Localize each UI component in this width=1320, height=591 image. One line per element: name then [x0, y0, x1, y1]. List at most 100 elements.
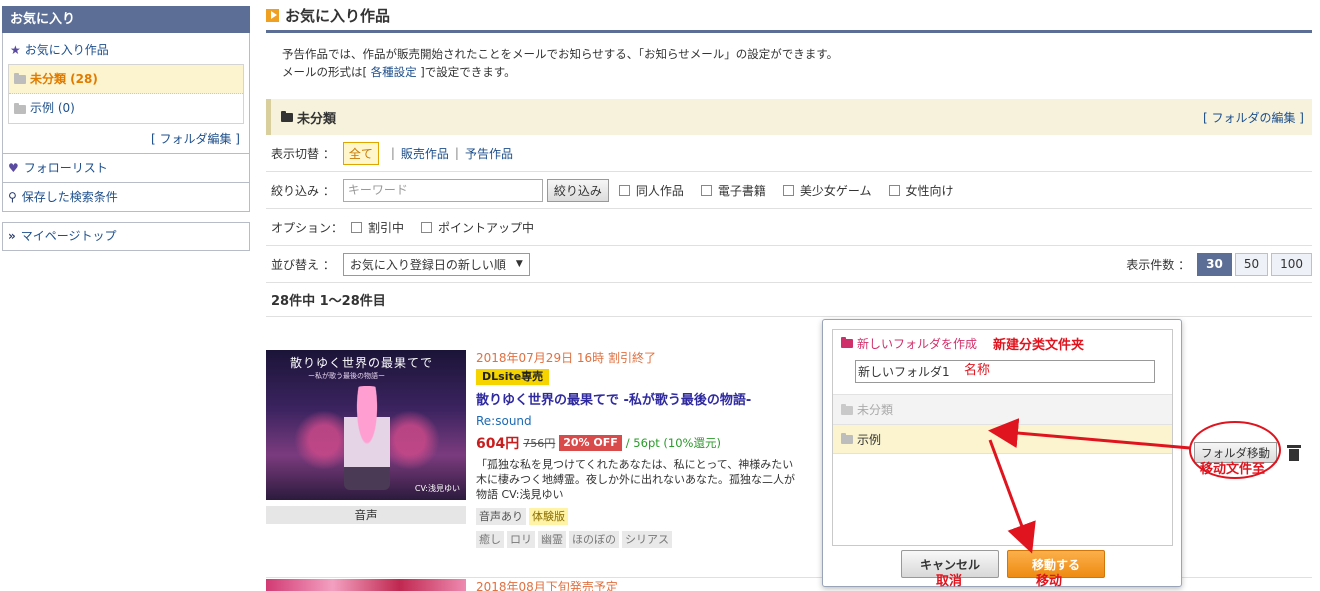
sidebar-title: お気に入り [2, 6, 250, 33]
tag: 音声あり [476, 508, 526, 525]
thumb-caption: 音声 [266, 506, 466, 524]
filter-check-doujin[interactable]: 同人作品 [618, 182, 684, 199]
sidebar-item-follow[interactable]: ♥ フォローリスト [2, 154, 250, 183]
filter-row: 絞り込み ： 絞り込み 同人作品 電子書籍 美少女ゲーム 女性向け [266, 172, 1312, 209]
new-folder-label: 新しいフォルダを作成 [857, 336, 978, 351]
folder-list: 未分類 (28) 示例 (0) [8, 64, 244, 124]
dialog-buttons: キャンセル 移動する [823, 550, 1183, 578]
sort-row: 並び替え ： お気に入り登録日の新しい順 ▼ 表示件数 ： 30 50 100 [266, 246, 1312, 283]
display-option-preview[interactable]: 予告作品 [465, 145, 513, 162]
page-title-text: お気に入り作品 [285, 6, 391, 25]
folder-icon [14, 73, 26, 84]
sidebar-item-label: マイページトップ [20, 229, 117, 243]
folder-icon [14, 102, 26, 114]
exclusive-badge: DLsite専売 [476, 369, 550, 385]
desc-line: 「孤独な私を見つけてくれたあなたは、私にとって、神様みたい [476, 458, 794, 471]
work-date: 2018年07月29日 16時 割引終了 [476, 351, 656, 365]
settings-link[interactable]: 各種設定 [371, 65, 417, 79]
folder-name-text: 未分類 [297, 111, 337, 127]
keyword-input[interactable] [342, 178, 543, 202]
filter-button[interactable]: 絞り込み [546, 178, 609, 202]
intro-text-post: ]で設定できます。 [416, 65, 516, 79]
sidebar-folder-example[interactable]: 示例 (0) [9, 94, 243, 123]
thumb-subtitle: ー私が歌う最後の物語ー [308, 372, 385, 380]
intro-text: 予告作品では、作品が販売開始されたことをメールでお知らせする、「お知らせメール」… [266, 33, 1312, 81]
option-check-pointup[interactable]: ポイントアップ中 [421, 219, 534, 236]
folder-edit-link[interactable]: [ フォルダの編集 ] [1203, 109, 1304, 126]
filter-check-game[interactable]: 美少女ゲーム [782, 182, 872, 199]
old-price: 756円 [523, 437, 556, 450]
star-icon: ★ [10, 43, 21, 57]
intro-line-1: 予告作品では、作品が販売開始されたことをメールでお知らせする、「お知らせメール」… [282, 47, 839, 61]
check-label: 電子書籍 [717, 183, 766, 198]
sidebar-item-saved-search[interactable]: ⚲ 保存した検索条件 [2, 183, 250, 212]
new-folder-name-input[interactable]: 新しいフォルダ1 [855, 359, 1155, 383]
work-title[interactable]: 散りゆく世界の最果てで -私が歌う最後の物語- [476, 389, 836, 408]
option-label: オプション： [271, 220, 344, 235]
sidebar-item-label: フォローリスト [23, 160, 108, 175]
folder-move-dialog: 新しいフォルダを作成 新しいフォルダ1 未分類 示例 キャンセル 移動する [822, 319, 1182, 587]
checkbox[interactable] [888, 184, 900, 196]
checkbox[interactable] [782, 184, 794, 196]
price-row: 604円 756円 20% OFF / 56pt (10%還元) [476, 433, 836, 453]
dialog-folder-unsorted: 未分類 [833, 394, 1172, 424]
sort-label: 並び替え ： [271, 257, 335, 272]
filter-check-female[interactable]: 女性向け [888, 182, 954, 199]
result-count: 28件中 1〜28件目 [266, 283, 1312, 317]
per-page-100[interactable]: 100 [1271, 252, 1312, 276]
annotation-cancel: 取消 [936, 574, 963, 589]
new-folder-field-wrap: 新しいフォルダ1 [833, 356, 1172, 384]
display-label: 表示切替 ： [271, 146, 335, 161]
display-option-sale[interactable]: 販売作品 [401, 145, 449, 162]
work-thumbnail[interactable] [266, 579, 466, 591]
dialog-folder-example[interactable]: 示例 [833, 424, 1172, 454]
folder-icon [841, 403, 853, 415]
search-icon: ⚲ [8, 189, 17, 204]
checkbox[interactable] [351, 221, 363, 233]
genre-row: 癒し ロリ 幽霊 ほのぼの シリアス [476, 531, 836, 548]
folder-edit-link[interactable]: [ フォルダ編集 ] [8, 124, 244, 147]
sidebar-folder-unsorted[interactable]: 未分類 (28) [9, 65, 243, 94]
genre-tag[interactable]: 癒し [476, 531, 504, 548]
sort-select[interactable]: お気に入り登録日の新しい順 ▼ [342, 252, 530, 276]
per-page-50[interactable]: 50 [1234, 252, 1269, 276]
tag-row: 音声あり 体験版 [476, 508, 836, 525]
folder-icon [281, 111, 293, 122]
caret-down-icon: ▼ [515, 259, 523, 269]
folder-header: 未分類 [ フォルダの編集 ] [266, 99, 1312, 135]
tag: 体験版 [529, 508, 568, 525]
work-maker[interactable]: Re:sound [476, 414, 836, 428]
display-option-all[interactable]: 全て [342, 141, 379, 165]
checkbox[interactable] [618, 184, 630, 196]
genre-tag[interactable]: 幽霊 [538, 531, 566, 548]
option-check-discount[interactable]: 割引中 [351, 219, 404, 236]
price: 604円 [476, 436, 520, 452]
work-date: 2018年08月下旬発売予定 [476, 580, 618, 591]
per-page-30[interactable]: 30 [1197, 252, 1232, 276]
genre-tag[interactable]: シリアス [622, 531, 672, 548]
check-label: 女性向け [905, 183, 954, 198]
check-label: 美少女ゲーム [799, 183, 872, 198]
annotation-new-folder: 新建分类文件夹 [993, 338, 1085, 353]
filter-label: 絞り込み ： [271, 183, 335, 198]
checkbox[interactable] [700, 184, 712, 196]
genre-tag[interactable]: ほのぼの [569, 531, 619, 548]
per-page-label: 表示件数 ： [1126, 257, 1191, 272]
folder-icon [841, 433, 853, 444]
sidebar-item-mypage[interactable]: » マイページトップ [2, 222, 250, 251]
points: / 56pt (10%還元) [625, 436, 721, 450]
sidebar-item-favorites[interactable]: ★ お気に入り作品 [8, 38, 244, 62]
folder-name: 未分類 [281, 108, 336, 127]
desc-line: 木に棲みつく地縛霊。夜しか外に出れないあなた。孤独な二人が [476, 473, 795, 486]
folder-icon [841, 337, 853, 348]
checkbox[interactable] [421, 221, 433, 233]
filter-check-ebook[interactable]: 電子書籍 [700, 182, 766, 199]
genre-tag[interactable]: ロリ [507, 531, 535, 548]
display-toggle-row: 表示切替 ： 全て | 販売作品 | 予告作品 [266, 135, 1312, 172]
check-label: 同人作品 [635, 183, 684, 198]
page-title: お気に入り作品 [266, 0, 1312, 33]
work-thumbnail[interactable]: 散りゆく世界の最果てで ー私が歌う最後の物語ー CV:浅見ゆい [266, 350, 466, 500]
trash-icon[interactable] [1287, 444, 1301, 461]
sort-value: お気に入り登録日の新しい順 [349, 257, 506, 272]
work-description: 「孤独な私を見つけてくれたあなたは、私にとって、神様みたい 木に棲みつく地縛霊。… [476, 457, 836, 502]
